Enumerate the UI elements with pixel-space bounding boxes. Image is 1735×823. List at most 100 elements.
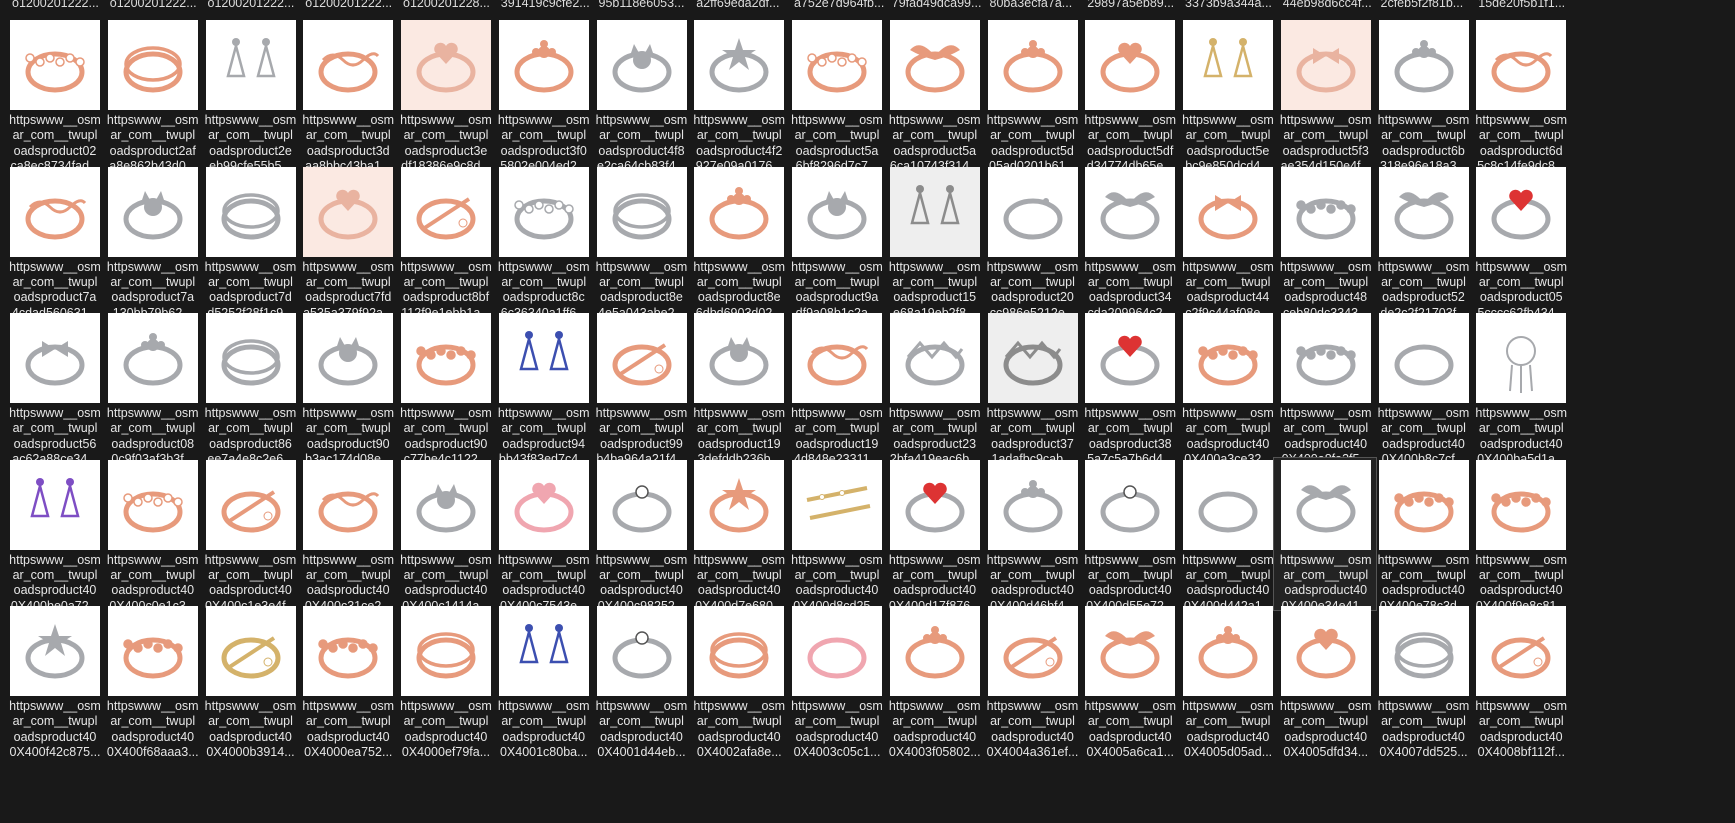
file-tile[interactable]: httpswww__osmar_com__twuploadsproduct400… bbox=[882, 457, 986, 613]
file-tile[interactable]: httpswww__osmar_com__twuploadsproduct6b3… bbox=[1371, 17, 1475, 173]
file-tile[interactable]: httpswww__osmar_com__twuploadsproduct400… bbox=[686, 603, 790, 759]
file-tile[interactable]: httpswww__osm ar_com__twupl oadsproduct5df… bbox=[1077, 17, 1181, 173]
file-tile[interactable]: httpswww__osmar_com__twuploadsproduct080… bbox=[100, 310, 204, 466]
file-tile[interactable]: httpswww__osmar_com__twuploadsproduct20c… bbox=[980, 164, 1084, 320]
file-tile[interactable]: httpswww__osmar_com__twuploadsproduct400… bbox=[100, 457, 204, 613]
file-tile[interactable]: httpswww__osmar_com__twuploadsproduct15e… bbox=[882, 164, 986, 320]
file-tile[interactable]: httpswww__osmar_com__twuploadsproduct400… bbox=[1371, 310, 1475, 466]
file-tile[interactable]: httpswww__osmar_com__twuploadsproduct5a6… bbox=[882, 17, 986, 173]
file-tile[interactable]: httpswww__osmar_com__twuploadsproduct385… bbox=[1077, 310, 1181, 466]
file-tile[interactable]: httpswww__osmar_com__twuploadsproduct3ed… bbox=[393, 17, 497, 173]
file-tile[interactable]: httpswww__osmar_com__twuploadsproduct2ee… bbox=[198, 17, 302, 173]
file-tile[interactable]: httpswww__osmar_com__twuploadsproduct8c6… bbox=[491, 164, 595, 320]
file-tile[interactable]: httpswww__osmar_com__twuploadsproduct400… bbox=[1077, 603, 1181, 759]
file-tile[interactable]: httpswww__osmar_com__twuploadsproduct9ad… bbox=[784, 164, 888, 320]
top-file-label[interactable]: 29897a5eb89... bbox=[1087, 0, 1185, 11]
file-tile[interactable]: httpswww__osmar_com__twuploadsproduct400… bbox=[882, 603, 986, 759]
file-tile[interactable]: httpswww__osmar_com__twuploadsproduct400… bbox=[491, 457, 595, 613]
file-tile[interactable]: httpswww__osmar_com__twuploadsproduct400… bbox=[393, 457, 497, 613]
top-file-label[interactable]: o1200201222... bbox=[110, 0, 208, 11]
product-thumbnail bbox=[401, 20, 491, 110]
file-tile[interactable]: httpswww__osmar_com__twuploadsproduct7a4… bbox=[2, 164, 106, 320]
file-tile[interactable]: httpswww__osmar_com__twuploadsproduct34c… bbox=[1077, 164, 1181, 320]
file-tile[interactable]: httpswww__osmar_com__twuploadsproduct400… bbox=[2, 457, 106, 613]
top-file-label[interactable]: o1200201222... bbox=[208, 0, 306, 11]
file-name-line: ar_com__twupl bbox=[12, 714, 98, 729]
file-tile[interactable]: httpswww__osmar_com__twuploadsproduct44c… bbox=[1175, 164, 1279, 320]
file-tile[interactable]: httpswww__osmar_com__twuploadsproduct5eb… bbox=[1175, 17, 1279, 173]
file-tile[interactable]: httpswww__osmar_com__twuploadsproduct400… bbox=[589, 457, 693, 613]
file-tile[interactable]: httpswww__osmar_com__twuploadsproduct400… bbox=[1175, 457, 1279, 613]
top-file-label[interactable]: a752e7d964fb... bbox=[794, 0, 892, 11]
top-file-label[interactable]: 95b118e6053... bbox=[599, 0, 697, 11]
file-tile[interactable]: httpswww__osmar_com__twuploadsproduct400… bbox=[1468, 603, 1572, 759]
file-tile[interactable]: httpswww__osmar_com__twuploadsproduct400… bbox=[1272, 456, 1377, 613]
file-tile[interactable]: httpswww__osmar_com__twuploadsproduct400… bbox=[784, 603, 888, 759]
file-tile[interactable]: httpswww__osmar_com__twuploadsproduct90b… bbox=[295, 310, 399, 466]
file-tile[interactable]: httpswww__osmar_com__twuploadsproduct400… bbox=[100, 603, 204, 759]
file-name: httpswww__osmar_com__twuploadsproduct400… bbox=[689, 699, 789, 761]
file-tile[interactable]: httpswww__osmar_com__twuploadsproduct400… bbox=[198, 603, 302, 759]
file-tile[interactable]: httpswww__osmar_com__twuploadsproduct055… bbox=[1468, 164, 1572, 320]
file-tile[interactable]: httpswww__osmar_com__twuploadsproduct400… bbox=[686, 457, 790, 613]
file-tile[interactable]: httpswww__osm ar_com__twupl oadsproduct4f2… bbox=[686, 17, 790, 173]
file-tile[interactable]: httpswww__osmar_com__twuploadsproduct400… bbox=[589, 603, 693, 759]
file-tile[interactable]: httpswww__osmar_com__twuploadsproduct400… bbox=[198, 457, 302, 613]
top-file-label[interactable]: 15de20f5b1f1... bbox=[1478, 0, 1576, 11]
file-tile[interactable]: httpswww__osm ar_com__twupl oadsproduct7fd… bbox=[295, 164, 399, 320]
top-file-label[interactable]: 391419c9cfe2... bbox=[501, 0, 599, 11]
file-tile[interactable]: httpswww__osmar_com__twuploadsproduct5d0… bbox=[980, 17, 1084, 173]
file-tile[interactable]: httpswww__osmar_com__twuploadsproduct8e6… bbox=[686, 164, 790, 320]
top-file-label[interactable]: 3373b9a344a... bbox=[1185, 0, 1283, 11]
file-tile[interactable]: httpswww__osm ar_com__twupl oadsproduct2af… bbox=[100, 17, 204, 173]
file-tile[interactable]: httpswww__osmar_com__twuploadsproduct52d… bbox=[1371, 164, 1475, 320]
file-tile[interactable]: httpswww__osmar_com__twuploadsproduct400… bbox=[1077, 457, 1181, 613]
top-file-label[interactable]: o1200201222... bbox=[305, 0, 403, 11]
top-file-label[interactable]: o1200201228... bbox=[403, 0, 501, 11]
file-tile[interactable]: httpswww__osmar_com__twuploadsproduct7dd… bbox=[198, 164, 302, 320]
file-tile[interactable]: httpswww__osmar_com__twuploadsproduct5a6… bbox=[784, 17, 888, 173]
file-tile[interactable]: httpswww__osmar_com__twuploadsproduct48c… bbox=[1273, 164, 1377, 320]
file-tile[interactable]: httpswww__osmar_com__twuploadsproduct400… bbox=[491, 603, 595, 759]
top-file-label[interactable]: o1200201222... bbox=[12, 0, 110, 11]
file-tile[interactable]: httpswww__osmar_com__twuploadsproduct400… bbox=[784, 457, 888, 613]
file-tile[interactable]: httpswww__osmar_com__twuploadsproduct99b… bbox=[589, 310, 693, 466]
file-tile[interactable]: httpswww__osmar_com__twuploadsproduct400… bbox=[980, 603, 1084, 759]
file-tile[interactable]: httpswww__osmar_com__twuploadsproduct400… bbox=[1468, 310, 1572, 466]
file-tile[interactable]: httpswww__osm ar_com__twupl oadsproduct4f8… bbox=[589, 17, 693, 173]
file-tile[interactable]: httpswww__osmar_com__twuploadsproduct232… bbox=[882, 310, 986, 466]
top-file-label[interactable]: 79fad49dca99... bbox=[892, 0, 990, 11]
top-file-label[interactable]: a2ff69eda2df... bbox=[696, 0, 794, 11]
file-tile[interactable]: httpswww__osmar_com__twuploadsproduct7a1… bbox=[100, 164, 204, 320]
file-tile[interactable]: httpswww__osmar_com__twuploadsproduct400… bbox=[2, 603, 106, 759]
file-tile[interactable]: httpswww__osm ar_com__twupl oadsproduct3f0… bbox=[491, 17, 595, 173]
file-tile[interactable]: httpswww__osmar_com__twuploadsproduct371… bbox=[980, 310, 1084, 466]
file-tile[interactable]: httpswww__osmar_com__twuploadsproduct56a… bbox=[2, 310, 106, 466]
file-tile[interactable]: httpswww__osmar_com__twuploadsproduct400… bbox=[1175, 310, 1279, 466]
file-tile[interactable]: httpswww__osmar_com__twuploadsproduct02c… bbox=[2, 17, 106, 173]
top-file-label[interactable]: 2cfeb5f2f81b... bbox=[1381, 0, 1479, 11]
file-tile[interactable]: httpswww__osmar_com__twuploadsproduct400… bbox=[295, 603, 399, 759]
file-name-line: 0X4007dd525... bbox=[1379, 745, 1468, 760]
file-tile[interactable]: httpswww__osmar_com__twuploadsproduct400… bbox=[1175, 603, 1279, 759]
file-tile[interactable]: httpswww__osmar_com__twuploadsproduct193… bbox=[686, 310, 790, 466]
top-file-label[interactable]: 80ba3ecfa7a... bbox=[990, 0, 1088, 11]
file-tile[interactable]: httpswww__osmar_com__twuploadsproduct400… bbox=[1371, 603, 1475, 760]
file-tile[interactable]: httpswww__osmar_com__twuploadsproduct86e… bbox=[198, 310, 302, 466]
file-tile[interactable]: httpswww__osmar_com__twuploadsproduct400… bbox=[980, 457, 1084, 613]
file-tile[interactable]: httpswww__osmar_com__twuploadsproduct3da… bbox=[295, 17, 399, 173]
file-tile[interactable]: httpswww__osmar_com__twuploadsproduct400… bbox=[393, 603, 497, 759]
file-tile[interactable]: httpswww__osmar_com__twuploadsproduct6d5… bbox=[1468, 17, 1572, 173]
file-tile[interactable]: httpswww__osmar_com__twuploadsproduct194… bbox=[784, 310, 888, 466]
file-tile[interactable]: httpswww__osmar_com__twuploadsproduct400… bbox=[295, 457, 399, 613]
file-tile[interactable]: httpswww__osmar_com__twuploadsproduct90c… bbox=[393, 310, 497, 466]
file-tile[interactable]: httpswww__osm ar_com__twupl oadsproduct8bf… bbox=[393, 164, 497, 320]
top-file-label[interactable]: 44eb98d6cc4f... bbox=[1283, 0, 1381, 11]
file-tile[interactable]: httpswww__osmar_com__twuploadsproduct400… bbox=[1273, 603, 1377, 759]
file-tile[interactable]: httpswww__osmar_com__twuploadsproduct94b… bbox=[491, 310, 595, 466]
file-tile[interactable]: httpswww__osmar_com__twuploadsproduct400… bbox=[1273, 310, 1377, 466]
file-tile[interactable]: httpswww__osmar_com__twuploadsproduct8e4… bbox=[589, 164, 693, 320]
file-tile[interactable]: httpswww__osmar_com__twuploadsproduct400… bbox=[1371, 457, 1475, 613]
file-tile[interactable]: httpswww__osm ar_com__twupl oadsproduct5f3… bbox=[1273, 17, 1377, 173]
file-tile[interactable]: httpswww__osmar_com__twuploadsproduct400… bbox=[1468, 457, 1572, 613]
